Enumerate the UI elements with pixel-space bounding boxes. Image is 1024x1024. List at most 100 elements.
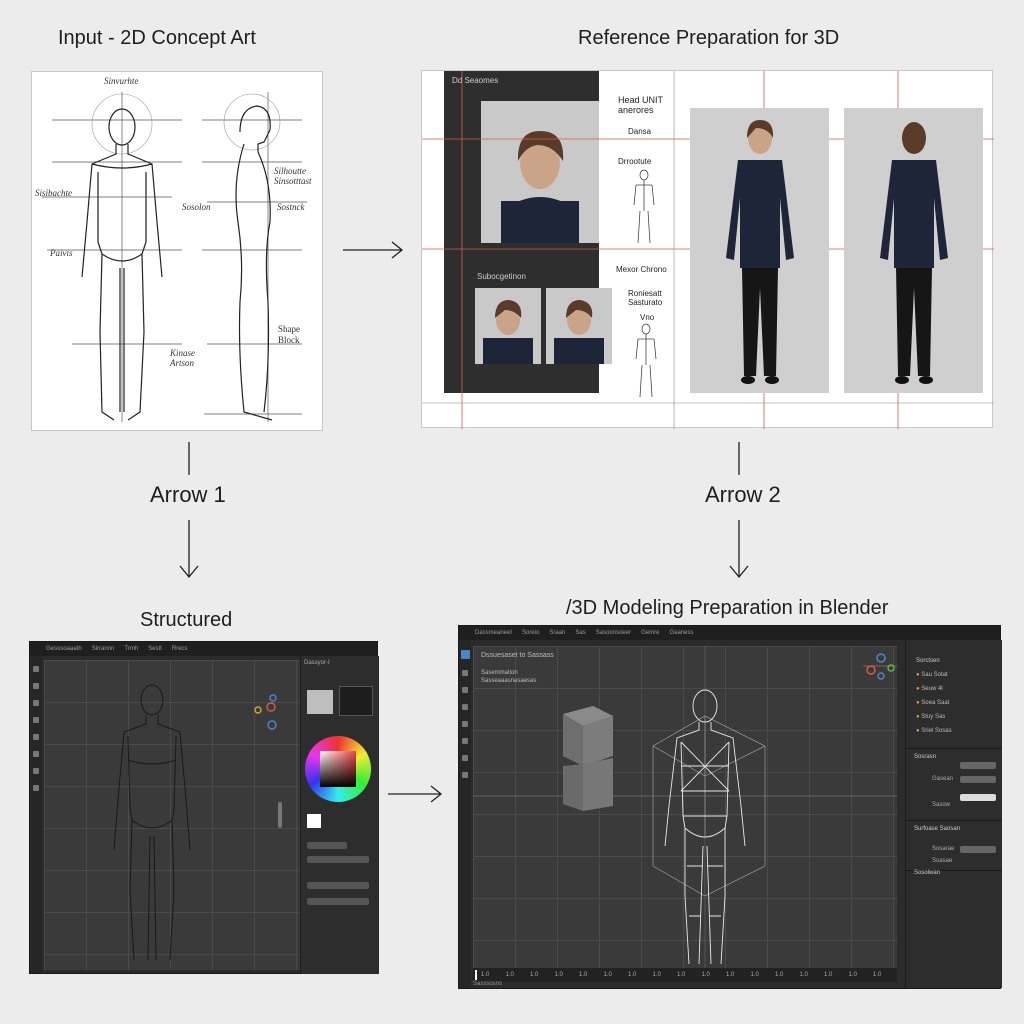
transform-tool-icon[interactable] xyxy=(33,734,39,740)
fill-tool-icon[interactable] xyxy=(33,768,39,774)
blender-3d-viewport[interactable]: Dssuesaset to Sassass Sasemmation Sassea… xyxy=(473,646,897,968)
layer-row[interactable] xyxy=(307,882,369,889)
menu-item[interactable]: Gesosoaaath xyxy=(46,646,82,652)
brush-tool-icon[interactable] xyxy=(33,666,39,672)
blender-side-panels: Sorctsen ● Sau Sotat ● Seuw 4l ● Soea Sa… xyxy=(905,640,1002,988)
slider-opacity[interactable] xyxy=(307,842,347,849)
outliner-row[interactable]: ● Soea Saat xyxy=(916,700,949,706)
menu-item[interactable]: Rrecs xyxy=(172,646,188,652)
primary-color-swatch[interactable] xyxy=(307,690,333,714)
select-tool-icon[interactable] xyxy=(33,700,39,706)
props-row-label: Gasean xyxy=(932,776,954,782)
full-body-front-photo xyxy=(690,108,829,393)
timeline-tick: 1.0 xyxy=(481,972,490,978)
props-section: Sosrasn xyxy=(914,754,937,760)
props-section: Sosolwan xyxy=(914,870,941,876)
sketch-label: Sostnck xyxy=(277,202,305,212)
sketch-label: Paivis xyxy=(50,248,73,258)
structured-side-panel: Dassyor-I xyxy=(300,656,379,974)
timeline-tick: 1.0 xyxy=(603,972,612,978)
menu-item[interactable]: Sirrannn xyxy=(92,646,115,652)
shape-tool-icon[interactable] xyxy=(33,751,39,757)
menu-item[interactable]: Sasoonsoeer xyxy=(596,630,631,636)
move-tool-icon[interactable] xyxy=(33,717,39,723)
menu-item[interactable]: Dassmeaneet xyxy=(475,630,512,636)
props-field[interactable] xyxy=(960,794,996,801)
timeline-tick: 1.0 xyxy=(775,972,784,978)
fg-swatch[interactable] xyxy=(307,814,321,828)
figure-sketch xyxy=(42,92,307,422)
menu-item[interactable]: Gemre xyxy=(641,630,659,636)
concept-art-sheet: Sinvurhte Silhoutte Sinsotttast Sisibach… xyxy=(31,71,323,431)
timeline-tick: 1.0 xyxy=(701,972,710,978)
timeline-tick: 1.0 xyxy=(799,972,808,978)
timeline-tick: 1.0 xyxy=(652,972,661,978)
layer-row[interactable] xyxy=(307,898,369,905)
structured-app-window: Gesosoaaath Sirrannn Trmh Sestt Rrecs Da… xyxy=(29,641,379,974)
reference-cubes xyxy=(563,706,613,811)
menu-item[interactable]: Gaaness xyxy=(669,630,693,636)
cursor-icon[interactable] xyxy=(462,670,468,676)
rotate-icon[interactable] xyxy=(462,704,468,710)
secondary-color-swatch[interactable] xyxy=(339,686,373,716)
transform-icon[interactable] xyxy=(462,738,468,744)
outliner-row[interactable]: ● Seuw 4l xyxy=(916,686,943,692)
timeline-tick: 1.0 xyxy=(628,972,637,978)
measure-icon[interactable] xyxy=(462,772,468,778)
canvas-figure xyxy=(113,684,277,961)
menu-item[interactable]: Sas xyxy=(575,630,585,636)
annotate-icon[interactable] xyxy=(462,755,468,761)
color-picker-square[interactable] xyxy=(320,751,356,787)
full-body-back-photo xyxy=(844,108,983,393)
menu-item[interactable]: Trmh xyxy=(124,646,138,652)
props-row-label: Sasow xyxy=(932,802,951,808)
arrow-1-label: Arrow 1 xyxy=(150,482,226,507)
outliner-row[interactable]: ● Stuy Sas xyxy=(916,714,945,720)
select-box-icon[interactable] xyxy=(460,650,470,659)
blender-window: Dassmeaneet Soreio Sraan Sas Sasoonsoeer… xyxy=(458,625,1002,989)
timeline-tick: 1.0 xyxy=(824,972,833,978)
outliner-row[interactable]: ● Sau Sotat xyxy=(916,672,948,678)
outliner-row[interactable]: ● Sriel Sosas xyxy=(916,728,952,734)
navigation-gizmo xyxy=(866,653,895,680)
props-field[interactable] xyxy=(960,762,996,769)
blender-toolbar xyxy=(459,640,471,988)
structured-menubar: Gesosoaaath Sirrannn Trmh Sestt Rrecs xyxy=(30,642,377,656)
menu-item[interactable]: Sraan xyxy=(549,630,565,636)
sketch-label: Sosolon xyxy=(182,202,211,212)
props-row-label: Sosarae xyxy=(932,846,955,852)
side-header: Dassyor-I xyxy=(304,660,330,666)
props-field[interactable] xyxy=(960,846,996,853)
sketch-label: Sinvurhte xyxy=(104,76,139,86)
timeline-tick: 1.0 xyxy=(677,972,686,978)
timeline[interactable]: 1.0 1.0 1.0 1.0 1.0 1.0 1.0 1.0 1.0 1.0 1.0 1.0 1.0 1… xyxy=(473,968,897,982)
playhead[interactable] xyxy=(475,970,477,980)
canvas-scrollbar[interactable] xyxy=(278,802,282,828)
timeline-tick: 1.0 xyxy=(579,972,588,978)
props-section: Surfoase Saosan xyxy=(914,826,961,832)
eraser-tool-icon[interactable] xyxy=(33,683,39,689)
menu-item[interactable]: Sestt xyxy=(148,646,162,652)
scale-icon[interactable] xyxy=(462,721,468,727)
slider-size[interactable] xyxy=(307,856,369,863)
timeline-tick: 1.0 xyxy=(848,972,857,978)
timeline-tick: 1.0 xyxy=(873,972,882,978)
sketch-label: Shape Block xyxy=(278,324,300,345)
timeline-tick: 1.0 xyxy=(750,972,759,978)
timeline-tick: 1.0 xyxy=(505,972,514,978)
structured-toolstrip xyxy=(30,656,42,973)
viewport-scene xyxy=(473,646,897,968)
timeline-tick: 1.0 xyxy=(554,972,563,978)
move-icon[interactable] xyxy=(462,687,468,693)
menu-item[interactable]: Soreio xyxy=(522,630,539,636)
blender-menubar: Dassmeaneet Soreio Sraan Sas Sasoonsoeer… xyxy=(459,626,1000,640)
color-wheel[interactable] xyxy=(305,736,371,802)
status-bar: Sasssosns xyxy=(473,981,503,987)
structured-canvas[interactable] xyxy=(44,660,300,970)
props-field[interactable] xyxy=(960,776,996,783)
sketch-label: Kinase Artson xyxy=(170,348,196,368)
timeline-tick: 1.0 xyxy=(726,972,735,978)
zoom-tool-icon[interactable] xyxy=(33,785,39,791)
outliner-header: Sorctsen xyxy=(916,658,940,664)
reference-sheet: Dd Seaomes Head UNIT anerores Dansa Drro… xyxy=(421,70,994,429)
